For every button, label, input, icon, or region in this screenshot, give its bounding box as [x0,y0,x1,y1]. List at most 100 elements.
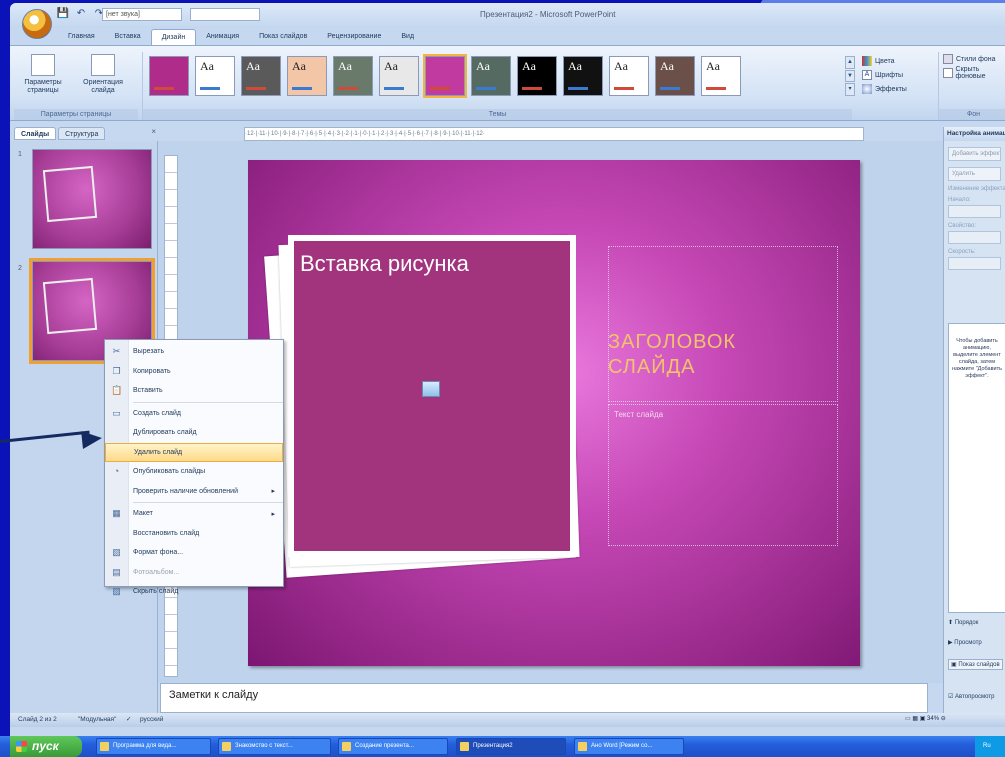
context-menu-item[interactable]: ✂ Вырезать [105,342,283,362]
taskbar-item[interactable]: Программа для вида... [96,738,211,755]
theme-thumbnail[interactable]: Aa [287,56,327,96]
theme-thumbnail[interactable] [423,54,467,98]
save-icon[interactable]: 💾 [56,7,70,21]
remove-effect-button[interactable]: Удалить [948,167,1001,181]
context-menu-item[interactable]: ▧ Формат фона... [105,543,283,563]
taskbar-item[interactable]: Ано Word [Режим со... [574,738,684,755]
context-menu-item[interactable]: Восстановить слайд [105,524,283,544]
tab-slides[interactable]: Слайды [14,127,57,140]
slideshow-button[interactable]: ▣ Показ слайдов [948,659,1003,670]
tab-outline[interactable]: Структура [58,127,106,140]
qat-combo-secondary[interactable] [190,8,260,21]
undo-icon[interactable]: ↶ [74,7,88,21]
close-icon[interactable]: × [151,127,156,136]
slide-body-text[interactable]: Текст слайда [614,410,663,419]
start-select[interactable] [948,205,1001,218]
fonts-button[interactable]: A Шрифты [862,68,934,82]
animation-list[interactable]: Чтобы добавить анимацию, выделите элемен… [948,323,1005,613]
context-menu-item[interactable]: Удалить слайд [105,442,283,462]
context-menu-item[interactable]: ▦ Макет ▸ [105,504,283,524]
zoom-level[interactable]: 34% [927,716,939,722]
zoom-out-icon[interactable]: ⊖ [941,716,946,722]
taskbar-item[interactable]: Знакомство с текст... [218,738,331,755]
speed-label: Скорость: [948,249,976,255]
menu-separator [133,401,283,403]
menu-item-label: Создать слайд [133,409,182,417]
tab-view[interactable]: Вид [391,29,424,45]
colors-button[interactable]: Цвета [862,54,934,68]
reorder-button[interactable]: ⬆ Порядок [948,619,978,626]
horizontal-ruler: ·12·|·11·|·10·|·9·|·8·|·7·|·6·|·5·|·4·|·… [244,127,864,141]
page-setup-button[interactable]: Параметры страницы [14,52,72,108]
view-show-icon[interactable]: ▣ [920,716,926,722]
context-menu-item[interactable]: Проверить наличие обновлений ▸ [105,482,283,502]
gallery-up-icon[interactable]: ▲ [845,56,855,69]
theme-thumbnail[interactable]: Aa [701,56,741,96]
office-button[interactable] [22,9,52,39]
start-button[interactable]: пуск [10,736,82,757]
context-menu-item[interactable]: ▨ Скрыть слайд [105,582,283,602]
context-menu-item[interactable]: ▭ Создать слайд [105,404,283,424]
theme-thumbnail[interactable]: Aa [379,56,419,96]
add-effect-button[interactable]: Добавить эффект [948,147,1001,161]
slide-canvas[interactable]: Вставка рисунка ЗАГОЛОВОК СЛАЙДА Текст с… [248,160,860,666]
picture-title[interactable]: Вставка рисунка [300,251,469,277]
language-tray[interactable]: Ru [975,736,1005,757]
effects-button[interactable]: Эффекты [862,82,934,96]
change-effect-link[interactable]: Изменение эффекта [948,186,1005,192]
menu-item-label: Копировать [133,367,171,375]
tab-review[interactable]: Рецензирование [317,29,391,45]
tab-insert[interactable]: Вставка [105,29,151,45]
context-menu-item[interactable]: 📋 Вставить [105,381,283,401]
context-menu-item[interactable]: ◔ Опубликовать слайды [105,462,283,482]
theme-thumbnail[interactable]: Aa [609,56,649,96]
context-menu-item[interactable]: ❐ Копировать [105,362,283,382]
tab-animation[interactable]: Анимация [196,29,249,45]
taskbar-item[interactable]: Презентация2 [456,738,566,755]
publish-icon: ◔ [113,466,120,476]
notes-pane[interactable]: Заметки к слайду [160,683,928,713]
menu-item-label: Восстановить слайд [133,529,200,537]
theme-thumbnail[interactable]: Aa [563,56,603,96]
status-bar: Слайд 2 из 2 "Модульная" ✓ русский [10,713,1005,727]
view-normal-icon[interactable]: ▭ [905,716,911,722]
gallery-down-icon[interactable]: ▼ [845,69,855,83]
picture-placeholder[interactable]: Вставка рисунка [288,235,576,557]
theme-thumbnail[interactable]: Aa [655,56,695,96]
text-placeholder[interactable] [608,404,838,546]
language[interactable]: русский [140,713,163,727]
spellcheck-icon[interactable]: ✓ [126,713,131,727]
property-select[interactable] [948,231,1001,244]
slide-orientation-button[interactable]: Ориентация слайда [74,52,132,108]
gallery-more-icon[interactable]: ▾ [845,83,855,97]
hide-bg-checkbox[interactable]: Скрыть фоновые [943,66,1005,80]
bg-styles-button[interactable]: Стили фона [943,52,1005,66]
tab-home[interactable]: Главная [58,29,105,45]
play-button[interactable]: ▶ Просмотр [948,639,982,646]
orientation-icon [91,54,115,76]
theme-thumbnail[interactable]: Aa [241,56,281,96]
theme-thumbnail[interactable]: Aa [471,56,511,96]
view-sorter-icon[interactable]: ▦ [912,716,918,722]
theme-thumbnail[interactable]: Aa [195,56,235,96]
context-menu-item[interactable]: Дублировать слайд [105,423,283,443]
menu-item-label: Опубликовать слайды [133,468,206,476]
slide-title[interactable]: ЗАГОЛОВОК СЛАЙДА [608,330,736,380]
taskbar: пуск Программа для вида... Знакомство с т… [0,736,1005,757]
menu-item-label: Скрыть слайд [133,588,179,596]
paste-icon: 📋 [111,385,123,395]
tab-slideshow[interactable]: Показ слайдов [249,29,317,45]
tab-design[interactable]: Дизайн [150,29,197,45]
checkbox-icon [943,68,953,78]
theme-thumbnail[interactable] [149,56,189,96]
theme-thumbnail[interactable]: Aa [333,56,373,96]
context-menu-item[interactable]: ▤ Фотоальбом... [105,563,283,583]
layout-icon: ▦ [112,508,121,518]
insert-picture-icon[interactable] [422,381,440,397]
theme-thumbnail[interactable]: Aa [517,56,557,96]
slide-thumbnail-1[interactable] [32,149,152,249]
speed-select[interactable] [948,257,1001,270]
qat-combo[interactable]: [нет звука] [102,8,182,21]
autopreview-checkbox[interactable]: ☑ Автопросмотр [948,693,994,700]
taskbar-item[interactable]: Создание презента... [338,738,448,755]
